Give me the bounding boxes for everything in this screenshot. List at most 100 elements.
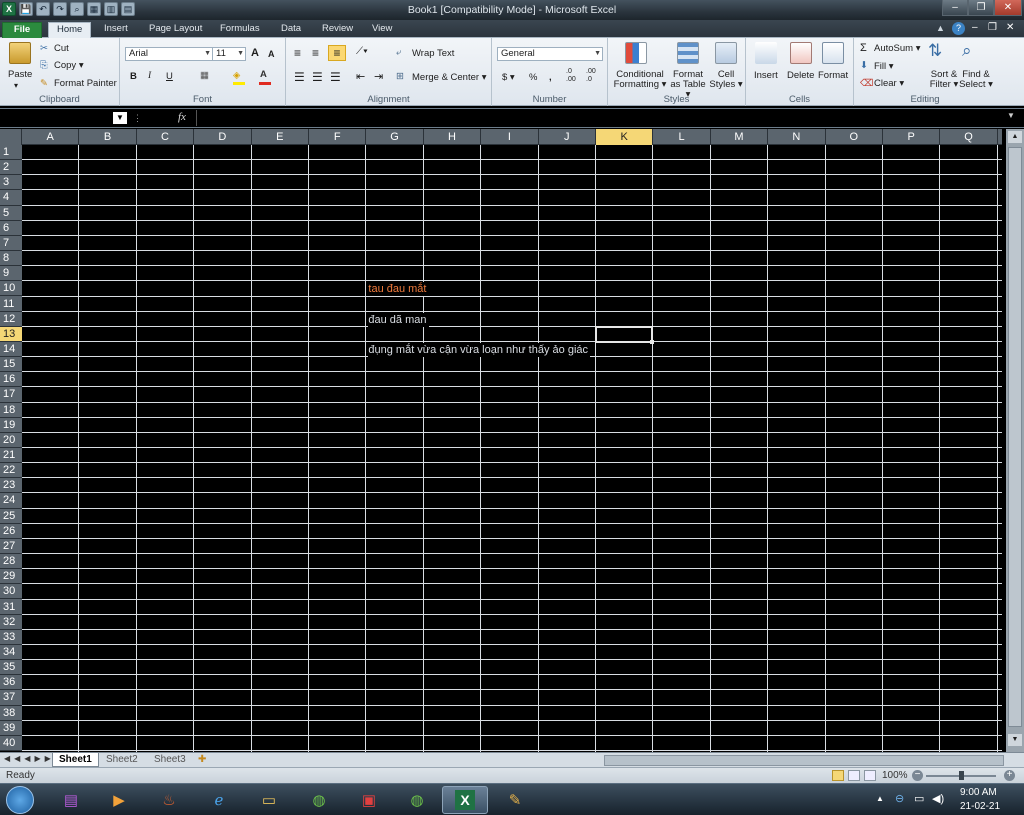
row-header-40[interactable]: 40 bbox=[0, 736, 22, 751]
column-header-g[interactable]: G bbox=[366, 129, 424, 145]
column-header-m[interactable]: M bbox=[711, 129, 769, 145]
scroll-up-icon[interactable]: ▲ bbox=[1008, 131, 1022, 143]
delete-cells-button[interactable]: Delete bbox=[787, 70, 814, 81]
clock-date[interactable]: 21-02-21 bbox=[960, 801, 1000, 812]
show-hidden-icons-icon[interactable]: ▲ bbox=[876, 794, 884, 803]
start-button[interactable] bbox=[6, 786, 34, 814]
row-header-26[interactable]: 26 bbox=[0, 524, 22, 539]
workbook-minimize-icon[interactable]: – bbox=[972, 22, 978, 33]
row-header-3[interactable]: 3 bbox=[0, 175, 22, 191]
row-header-21[interactable]: 21 bbox=[0, 448, 22, 464]
align-top-icon[interactable]: ≡ bbox=[294, 46, 301, 60]
insert-function-button[interactable]: fx bbox=[178, 111, 186, 123]
align-bottom-icon[interactable]: ≡ bbox=[328, 45, 346, 61]
cell-g14[interactable]: đụng mắt vừa cận vừa loạn như thấy ảo gi… bbox=[368, 342, 591, 357]
name-box[interactable] bbox=[0, 110, 128, 126]
workbook-restore-icon[interactable]: ❐ bbox=[988, 22, 997, 33]
cut-button[interactable]: Cut bbox=[54, 43, 69, 54]
cell-area[interactable]: tau đau mắt đau dã man đụng mắt vừa cận vừ… bbox=[22, 145, 1002, 752]
excel-taskbar-icon[interactable]: X bbox=[442, 786, 488, 814]
decrease-indent-icon[interactable]: ⇤ bbox=[356, 70, 365, 83]
align-left-icon[interactable]: ☰ bbox=[294, 70, 305, 84]
borders-icon[interactable]: ▦ bbox=[200, 70, 209, 81]
expand-formula-bar-icon[interactable]: ▼ bbox=[1007, 111, 1015, 120]
column-header-q[interactable]: Q bbox=[940, 129, 998, 145]
column-header-e[interactable]: E bbox=[252, 129, 309, 145]
tab-file[interactable]: File bbox=[2, 22, 42, 38]
sheet-nav-arrows[interactable]: ◀◀◀▶▶ bbox=[4, 754, 55, 763]
paste-button[interactable]: Paste bbox=[8, 69, 32, 80]
clock-time[interactable]: 9:00 AM bbox=[960, 787, 997, 798]
row-header-33[interactable]: 33 bbox=[0, 630, 22, 645]
internet-explorer-icon[interactable]: ℯ bbox=[196, 786, 242, 814]
format-painter-button[interactable]: Format Painter bbox=[54, 78, 117, 89]
row-header-4[interactable]: 4 bbox=[0, 190, 22, 206]
worksheet-grid[interactable]: ABCDEFGHIJKLMNOPQ 1 2 3 4 5 6 7 8 9 10 11 12 13 14 15 1… bbox=[0, 129, 1024, 752]
row-header-11[interactable]: 11 bbox=[0, 297, 22, 312]
row-header-34[interactable]: 34 bbox=[0, 645, 22, 661]
volume-icon[interactable]: ◀) bbox=[932, 792, 944, 805]
winrar-icon[interactable]: ▤ bbox=[48, 786, 94, 814]
column-header-f[interactable]: F bbox=[309, 129, 367, 145]
media-player-icon[interactable]: ▶ bbox=[96, 786, 142, 814]
name-box-dropdown-icon[interactable]: ▼ bbox=[113, 112, 127, 124]
red-app-icon[interactable]: ▣ bbox=[346, 786, 392, 814]
row-header-27[interactable]: 27 bbox=[0, 539, 22, 555]
row-header-8[interactable]: 8 bbox=[0, 251, 22, 267]
row-header-37[interactable]: 37 bbox=[0, 690, 22, 706]
tab-page-layout[interactable]: Page Layout bbox=[141, 22, 210, 38]
green-app-icon[interactable]: ◍ bbox=[296, 786, 342, 814]
underline-button[interactable]: U bbox=[166, 71, 173, 82]
row-header-29[interactable]: 29 bbox=[0, 569, 22, 585]
row-header-5[interactable]: 5 bbox=[0, 206, 22, 221]
copy-button[interactable]: Copy ▾ bbox=[54, 60, 84, 71]
font-size-select[interactable]: 11 ▼ bbox=[212, 47, 246, 61]
row-header-18[interactable]: 18 bbox=[0, 403, 22, 418]
network-icon[interactable]: ⊖ bbox=[895, 792, 904, 805]
row-header-1[interactable]: 1 bbox=[0, 145, 22, 161]
insert-cells-button[interactable]: Insert bbox=[754, 70, 778, 81]
column-header-l[interactable]: L bbox=[653, 129, 711, 145]
maximize-button[interactable]: ❐ bbox=[968, 0, 994, 16]
cell-g12[interactable]: đau dã man bbox=[368, 312, 429, 327]
italic-button[interactable]: I bbox=[148, 71, 151, 81]
tab-home[interactable]: Home bbox=[48, 22, 92, 38]
row-header-14[interactable]: 14 bbox=[0, 342, 22, 358]
increase-decimal-button[interactable]: .0 .00 bbox=[566, 68, 582, 84]
formula-input[interactable] bbox=[196, 110, 1004, 126]
row-header-17[interactable]: 17 bbox=[0, 387, 22, 403]
sheet-tab-sheet3[interactable]: Sheet3 bbox=[148, 753, 192, 767]
align-center-icon[interactable]: ☰ bbox=[312, 70, 323, 84]
page-break-view-icon[interactable] bbox=[864, 770, 876, 781]
decrease-decimal-button[interactable]: .00 .0 bbox=[586, 68, 602, 84]
green-app-2-icon[interactable]: ◍ bbox=[394, 786, 440, 814]
active-cell-cursor[interactable] bbox=[595, 325, 654, 343]
row-header-6[interactable]: 6 bbox=[0, 221, 22, 236]
vertical-scrollbar[interactable]: ▲ ▼ bbox=[1006, 129, 1024, 752]
fill-handle[interactable] bbox=[650, 339, 655, 344]
row-header-9[interactable]: 9 bbox=[0, 266, 22, 282]
tab-view[interactable]: View bbox=[364, 22, 400, 38]
comma-button[interactable]: , bbox=[549, 72, 552, 83]
sheet-tab-sheet2[interactable]: Sheet2 bbox=[100, 753, 144, 767]
orientation-icon[interactable]: ⟋▾ bbox=[356, 46, 368, 57]
select-all-button[interactable] bbox=[0, 129, 22, 145]
fire-app-icon[interactable]: ♨ bbox=[146, 786, 192, 814]
help-icon[interactable]: ? bbox=[952, 22, 965, 35]
column-header-o[interactable]: O bbox=[826, 129, 883, 145]
row-header-24[interactable]: 24 bbox=[0, 493, 22, 509]
row-header-16[interactable]: 16 bbox=[0, 372, 22, 388]
cell-styles-button[interactable]: Cell Styles ▾ bbox=[708, 70, 744, 90]
number-format-select[interactable]: General ▼ bbox=[497, 47, 603, 61]
increase-indent-icon[interactable]: ⇥ bbox=[374, 70, 383, 83]
minimize-button[interactable]: – bbox=[942, 0, 968, 16]
column-header-c[interactable]: C bbox=[137, 129, 195, 145]
row-header-23[interactable]: 23 bbox=[0, 478, 22, 494]
font-family-select[interactable]: Arial ▼ bbox=[125, 47, 213, 61]
clear-button[interactable]: Clear ▾ bbox=[874, 78, 904, 89]
row-header-25[interactable]: 25 bbox=[0, 509, 22, 524]
column-header-h[interactable]: H bbox=[424, 129, 482, 145]
wrap-text-button[interactable]: Wrap Text bbox=[412, 48, 454, 59]
row-header-35[interactable]: 35 bbox=[0, 660, 22, 676]
row-header-13[interactable]: 13 bbox=[0, 326, 22, 342]
